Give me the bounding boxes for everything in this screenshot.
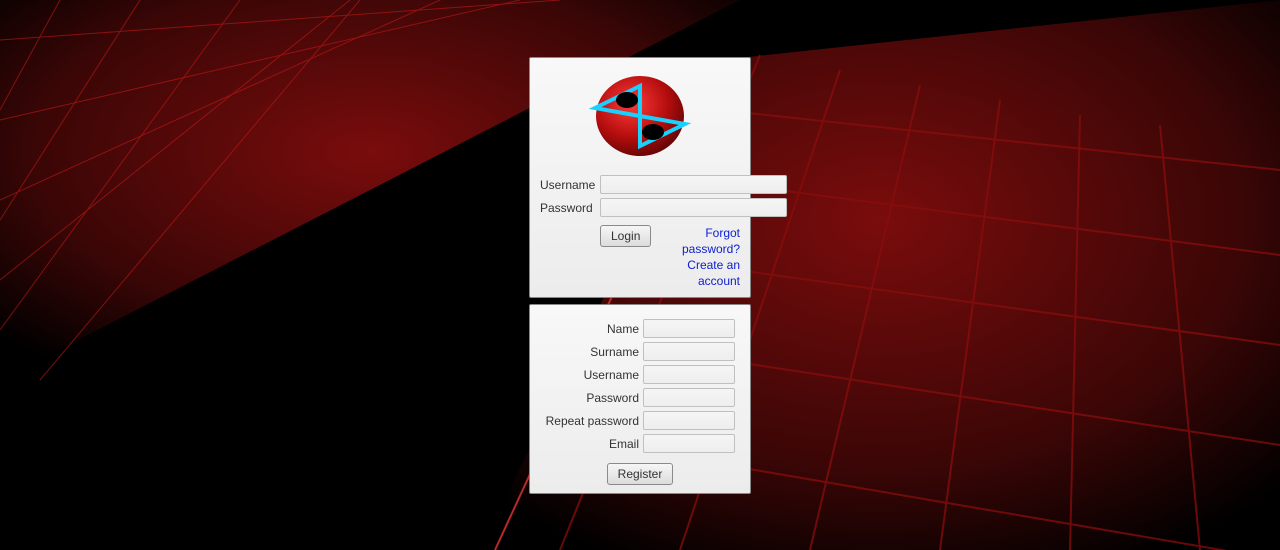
reg-surname-label: Surname (545, 345, 643, 359)
app-logo (540, 68, 740, 167)
reg-username-label: Username (545, 368, 643, 382)
reg-name-label: Name (545, 322, 643, 336)
reg-repeat-password-label: Repeat password (545, 414, 643, 428)
reg-password-label: Password (545, 391, 643, 405)
auth-container: Username Password Login Forgot password?… (529, 57, 751, 494)
register-button[interactable]: Register (607, 463, 674, 485)
reg-email-label: Email (545, 437, 643, 451)
register-panel: Name Surname Username Password Repeat pa… (529, 304, 751, 494)
reg-password-input[interactable] (643, 388, 735, 407)
password-label: Password (540, 201, 600, 215)
reg-repeat-password-input[interactable] (643, 411, 735, 430)
reg-email-input[interactable] (643, 434, 735, 453)
create-account-link[interactable]: Create an account (651, 257, 740, 289)
username-label: Username (540, 178, 600, 192)
login-button[interactable]: Login (600, 225, 651, 247)
logo-icon (585, 68, 695, 164)
password-input[interactable] (600, 198, 787, 217)
reg-username-input[interactable] (643, 365, 735, 384)
username-input[interactable] (600, 175, 787, 194)
login-panel: Username Password Login Forgot password?… (529, 57, 751, 298)
reg-surname-input[interactable] (643, 342, 735, 361)
reg-name-input[interactable] (643, 319, 735, 338)
forgot-password-link[interactable]: Forgot password? (651, 225, 740, 257)
